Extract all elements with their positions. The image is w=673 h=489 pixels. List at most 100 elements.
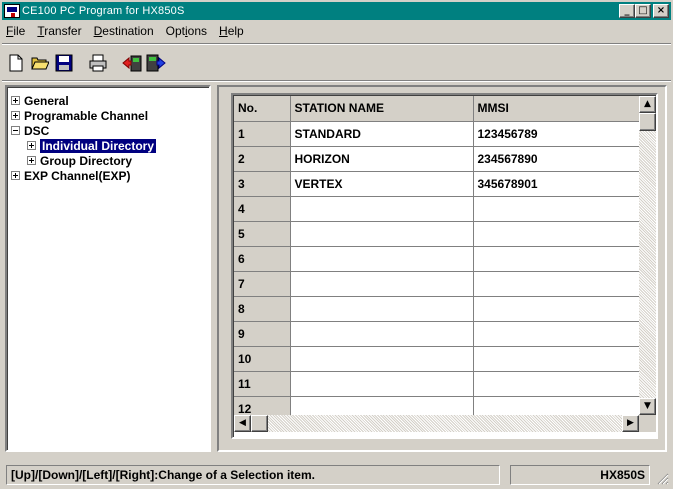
station-name-cell[interactable] [290, 246, 474, 272]
row-number-cell[interactable]: 1 [234, 121, 291, 147]
window-title: CE100 PC Program for HX850S [22, 5, 185, 17]
menu-help[interactable]: Help [219, 24, 244, 38]
save-disk-icon[interactable] [52, 51, 76, 75]
row-number-cell[interactable]: 9 [234, 321, 291, 347]
scroll-left-button[interactable]: ◀ [234, 415, 251, 432]
row-number-cell[interactable]: 8 [234, 296, 291, 322]
maximize-button[interactable]: □ [635, 4, 651, 18]
table-row[interactable]: 6 [234, 246, 640, 272]
minimize-button[interactable]: _ [619, 4, 635, 18]
row-number-cell[interactable]: 10 [234, 346, 291, 372]
resize-grip-icon[interactable] [657, 473, 669, 485]
row-number-cell[interactable]: 11 [234, 371, 291, 397]
station-name-cell[interactable] [290, 271, 474, 297]
title-bar[interactable]: CE100 PC Program for HX850S _ □ × [2, 2, 671, 20]
scroll-down-button[interactable]: ▼ [639, 398, 656, 415]
mmsi-cell[interactable]: 123456789 [473, 121, 640, 147]
station-name-cell[interactable] [290, 221, 474, 247]
table-row[interactable]: 3 VERTEX 345678901 [234, 171, 640, 197]
table-row[interactable]: 5 [234, 221, 640, 247]
table-row[interactable]: 10 [234, 346, 640, 372]
close-button[interactable]: × [653, 4, 669, 18]
mmsi-cell[interactable] [473, 246, 640, 272]
row-number-cell[interactable]: 7 [234, 271, 291, 297]
toolbar [4, 48, 168, 78]
menu-help-accel: H [219, 24, 228, 38]
column-header-no[interactable]: No. [234, 96, 291, 122]
row-number-cell[interactable]: 2 [234, 146, 291, 172]
menu-transfer[interactable]: Transfer [37, 24, 81, 38]
vertical-scrollbar[interactable]: ▲ ▼ [639, 96, 656, 415]
table-row[interactable]: 8 [234, 296, 640, 322]
app-icon[interactable] [4, 4, 20, 18]
scroll-up-button[interactable]: ▲ [639, 96, 656, 113]
expand-plus-icon[interactable] [11, 171, 20, 180]
table-row[interactable]: 2 HORIZON 234567890 [234, 146, 640, 172]
expand-plus-icon[interactable] [11, 111, 20, 120]
open-folder-icon[interactable] [28, 51, 52, 75]
row-number-cell[interactable]: 4 [234, 196, 291, 222]
tree-item-label: Programable Channel [24, 108, 149, 123]
table-row[interactable]: 1 STANDARD 123456789 [234, 121, 640, 147]
station-name-cell[interactable] [290, 346, 474, 372]
menu-options[interactable]: Options [166, 24, 207, 38]
mmsi-cell[interactable] [473, 346, 640, 372]
tree-item-group-directory[interactable]: Group Directory [27, 153, 132, 168]
expand-plus-icon[interactable] [27, 141, 36, 150]
directory-panel: No. STATION NAME MMSI 1 STANDARD 123456789… [217, 85, 667, 452]
tree-item-programable-channel[interactable]: Programable Channel [11, 108, 148, 123]
directory-table: No. STATION NAME MMSI 1 STANDARD 123456789… [234, 96, 640, 422]
menu-transfer-rest: ransfer [44, 24, 82, 38]
mmsi-cell[interactable]: 345678901 [473, 171, 640, 197]
station-name-cell[interactable]: HORIZON [290, 146, 474, 172]
expand-plus-icon[interactable] [11, 96, 20, 105]
station-name-cell[interactable] [290, 321, 474, 347]
mmsi-cell[interactable] [473, 221, 640, 247]
mmsi-cell[interactable] [473, 371, 640, 397]
table-body: 1 STANDARD 123456789 2 HORIZON 234567890 3 VERT… [234, 121, 640, 422]
mmsi-cell[interactable] [473, 196, 640, 222]
column-header-station-name[interactable]: STATION NAME [290, 96, 474, 122]
table-row[interactable]: 9 [234, 321, 640, 347]
tree-item-individual-directory[interactable]: Individual Directory [27, 137, 158, 154]
mmsi-cell[interactable] [473, 321, 640, 347]
menu-destination[interactable]: Destination [94, 24, 154, 38]
new-file-icon[interactable] [4, 51, 28, 75]
scroll-right-button[interactable]: ▶ [622, 415, 639, 432]
menu-bar: File Transfer Destination Options Help [2, 21, 671, 41]
station-name-cell[interactable] [290, 371, 474, 397]
station-name-cell[interactable] [290, 296, 474, 322]
station-name-cell[interactable]: VERTEX [290, 171, 474, 197]
directory-grid[interactable]: No. STATION NAME MMSI 1 STANDARD 123456789… [231, 93, 658, 439]
menu-options-pre: Opt [165, 24, 185, 38]
horizontal-scrollbar[interactable]: ◀ ▶ [234, 415, 639, 432]
menu-file[interactable]: File [6, 24, 25, 38]
expand-plus-icon[interactable] [27, 156, 36, 165]
tree-item-dsc[interactable]: DSC [11, 123, 49, 138]
tree-item-label: Individual Directory [38, 137, 158, 154]
mmsi-cell[interactable] [473, 271, 640, 297]
row-number-cell[interactable]: 5 [234, 221, 291, 247]
status-model: HX850S [510, 465, 650, 485]
tree-item-label: Group Directory [40, 153, 133, 168]
navigation-tree[interactable]: General Programable Channel DSC Individu… [5, 85, 211, 452]
vertical-scroll-thumb[interactable] [639, 113, 656, 131]
tree-item-general[interactable]: General [11, 93, 69, 108]
print-icon[interactable] [86, 51, 110, 75]
table-row[interactable]: 7 [234, 271, 640, 297]
row-number-cell[interactable]: 6 [234, 246, 291, 272]
mmsi-cell[interactable] [473, 296, 640, 322]
status-hint: [Up]/[Down]/[Left]/[Right]:Change of a S… [6, 465, 500, 485]
tree-item-exp-channel[interactable]: EXP Channel(EXP) [11, 168, 130, 183]
collapse-minus-icon[interactable] [11, 126, 20, 135]
table-row[interactable]: 4 [234, 196, 640, 222]
table-row[interactable]: 11 [234, 371, 640, 397]
column-header-mmsi[interactable]: MMSI [473, 96, 640, 122]
read-from-radio-icon[interactable] [120, 51, 144, 75]
row-number-cell[interactable]: 3 [234, 171, 291, 197]
write-to-radio-icon[interactable] [144, 51, 168, 75]
horizontal-scroll-thumb[interactable] [251, 415, 268, 432]
station-name-cell[interactable] [290, 196, 474, 222]
station-name-cell[interactable]: STANDARD [290, 121, 474, 147]
mmsi-cell[interactable]: 234567890 [473, 146, 640, 172]
